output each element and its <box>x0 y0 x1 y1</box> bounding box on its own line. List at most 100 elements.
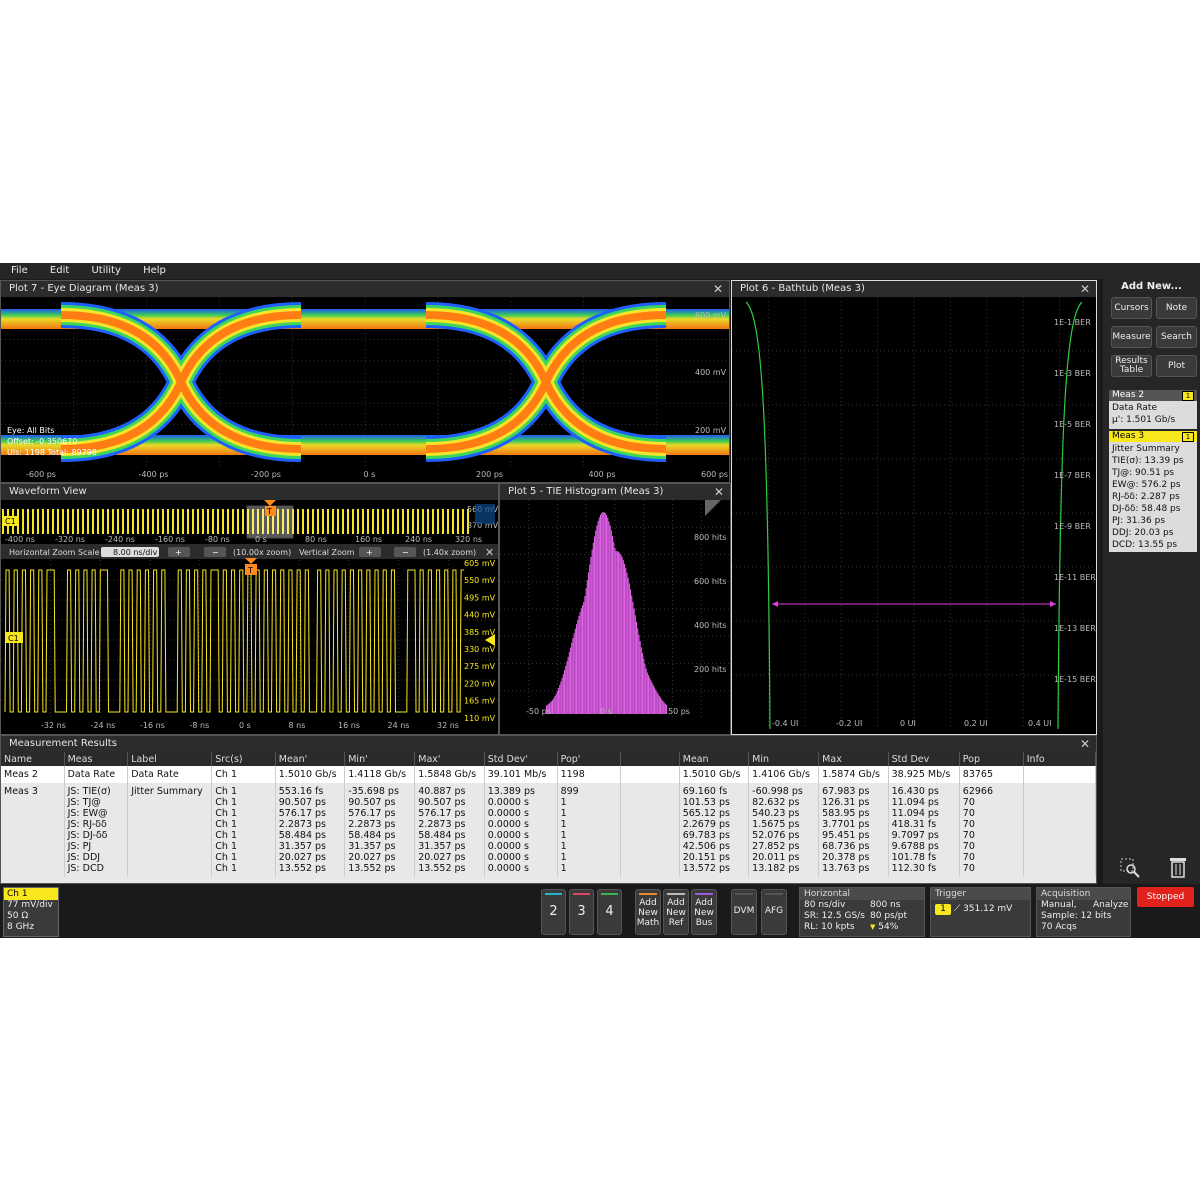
eye-diagram-plot[interactable]: Eye: All Bits Offset: -0.350670 UIs: 119… <box>1 297 729 482</box>
afg-button[interactable]: AFG <box>761 889 787 935</box>
column-header[interactable]: Min <box>748 752 820 766</box>
close-icon[interactable]: ✕ <box>713 281 723 297</box>
channel-2-button[interactable]: 2 <box>541 889 566 935</box>
table-cell: 1.4118 Gb/s <box>344 766 416 783</box>
table-cell: Jitter Summary <box>127 783 213 877</box>
add-button-label: New <box>666 908 686 918</box>
histogram-bar <box>615 551 617 714</box>
menu-utility[interactable]: Utility <box>83 263 128 279</box>
channel-label: 4 <box>605 904 614 919</box>
menu-help[interactable]: Help <box>135 263 174 279</box>
histogram-bar <box>570 647 572 714</box>
column-header[interactable]: Mean' <box>275 752 346 766</box>
meas2-badge[interactable]: Meas 2 1 <box>1109 390 1197 401</box>
rising-edge-icon: ⟋ <box>953 904 961 914</box>
column-header[interactable]: Label <box>127 752 213 766</box>
meas2-readout[interactable]: Data Rate μ': 1.501 Gb/s <box>1109 401 1197 429</box>
results-table-button[interactable]: Results Table <box>1111 355 1152 377</box>
overview-x-tick: 240 ns <box>405 535 432 544</box>
channel-3-button[interactable]: 3 <box>569 889 594 935</box>
waveform-plot[interactable]: T C1 -400 ns -320 ns -240 ns -160 ns -80 ns 0 s… <box>1 500 498 734</box>
ch1-badge[interactable]: Ch 1 77 mV/div 50 Ω 8 GHz <box>3 887 59 937</box>
trash-icon[interactable] <box>1167 855 1189 879</box>
histogram-bar <box>556 690 558 714</box>
tie-histogram-panel[interactable]: Plot 5 - TIE Histogram (Meas 3) ✕ 800 hi… <box>499 483 731 735</box>
add-new-bus-button[interactable]: Add New Bus <box>691 889 717 935</box>
meas3-line: Jitter Summary <box>1112 444 1180 454</box>
dvm-button[interactable]: DVM <box>731 889 757 935</box>
bathtub-plot[interactable]: 1E-1 BER 1E-3 BER 1E-5 BER 1E-7 BER 1E-9 BER… <box>732 297 1096 734</box>
histogram-bar <box>579 611 581 714</box>
column-header[interactable]: Std Dev' <box>484 752 558 766</box>
column-header[interactable]: Info <box>1023 752 1097 766</box>
add-button-label: Ref <box>668 918 684 928</box>
histogram-bar <box>595 530 597 714</box>
horizontal-panel[interactable]: Horizontal 80 ns/div 800 ns SR: 12.5 GS/s… <box>799 887 925 937</box>
histogram-bar <box>589 564 591 714</box>
add-button-label: Bus <box>695 918 713 928</box>
histogram-bar <box>632 601 634 714</box>
table-cell <box>620 766 680 783</box>
close-icon[interactable]: ✕ <box>485 546 494 559</box>
column-header[interactable]: Min' <box>344 752 416 766</box>
run-stop-status[interactable]: Stopped <box>1137 887 1194 907</box>
histogram-bar <box>655 689 657 714</box>
histogram-bar <box>664 703 666 714</box>
channel-label: 3 <box>577 904 586 919</box>
column-header[interactable]: Mean <box>679 752 750 766</box>
zoom-region-icon[interactable] <box>1119 857 1141 879</box>
menu-file[interactable]: File <box>3 263 36 279</box>
overview-resize-handle[interactable] <box>475 504 495 524</box>
table-row[interactable]: Meas 3 JS: TIE(σ) JS: TJ@ JS: EW@ JS: RJ-δδ J… <box>1 783 1097 877</box>
meas3-badge[interactable]: Meas 3 1 <box>1109 431 1197 442</box>
histogram-bar <box>616 551 618 714</box>
horizontal-scale: 80 ns/div <box>804 900 846 910</box>
panel-corner-icon[interactable] <box>705 500 721 516</box>
column-header[interactable]: Max <box>818 752 889 766</box>
acq-count: 70 Acqs <box>1041 922 1077 932</box>
column-header[interactable]: Pop' <box>557 752 621 766</box>
table-cell: 1.5848 Gb/s <box>414 766 485 783</box>
column-header[interactable]: Meas <box>64 752 129 766</box>
column-header[interactable]: Max' <box>414 752 485 766</box>
acquisition-panel[interactable]: Acquisition Manual, Analyze Sample: 12 bi… <box>1036 887 1131 937</box>
histogram-bar <box>618 551 620 714</box>
search-button[interactable]: Search <box>1156 326 1197 348</box>
menu-edit[interactable]: Edit <box>42 263 77 279</box>
bathtub-y-tick: 1E-3 BER <box>1054 369 1091 378</box>
histogram-bar <box>625 567 627 714</box>
eye-diagram-panel[interactable]: Plot 7 - Eye Diagram (Meas 3) ✕ Eye: All… <box>0 280 730 483</box>
column-header[interactable]: Pop <box>959 752 1024 766</box>
overview-x-tick: -160 ns <box>155 535 185 544</box>
time-per-point: 80 ps/pt <box>870 911 907 921</box>
histogram-bar <box>645 668 647 714</box>
close-icon[interactable]: ✕ <box>1080 736 1090 752</box>
table-row[interactable]: Meas 2 Data Rate Data Rate Ch 1 1.5010 Gb/s 1… <box>1 766 1097 783</box>
channel-4-button[interactable]: 4 <box>597 889 622 935</box>
bathtub-right-curve <box>1057 301 1083 730</box>
meas3-line: PJ: 31.36 ps <box>1112 516 1166 526</box>
cursors-button[interactable]: Cursors <box>1111 297 1152 319</box>
waveform-view-panel[interactable]: Waveform View T C1 -400 ns -320 ns -240 ns -1… <box>0 483 499 735</box>
ch1-label: C1 <box>8 634 19 643</box>
column-header[interactable] <box>620 752 680 766</box>
histogram-bar <box>594 536 596 714</box>
plot-button[interactable]: Plot <box>1156 355 1197 377</box>
menu-bar: File Edit Utility Help <box>0 263 1200 279</box>
column-header[interactable]: Std Dev <box>888 752 960 766</box>
column-header[interactable]: Src(s) <box>211 752 276 766</box>
note-button[interactable]: Note <box>1156 297 1197 319</box>
add-new-math-button[interactable]: Add New Math <box>635 889 661 935</box>
measure-button[interactable]: Measure <box>1111 326 1152 348</box>
trigger-panel[interactable]: Trigger 1 ⟋ 351.12 mV <box>930 887 1031 937</box>
close-icon[interactable]: ✕ <box>1080 281 1090 297</box>
column-header[interactable]: Name <box>1 752 65 766</box>
meas3-readout[interactable]: Jitter Summary TIE(σ): 13.39 ps TJ@: 90.… <box>1109 442 1197 552</box>
bathtub-panel[interactable]: Plot 6 - Bathtub (Meas 3) ✕ 1E-1 BER 1E-3… <box>731 280 1097 735</box>
bathtub-y-tick: 1E-7 BER <box>1054 471 1091 480</box>
add-new-ref-button[interactable]: Add New Ref <box>663 889 689 935</box>
histogram-x-tick: -50 ps <box>526 707 551 716</box>
add-button-label: Math <box>636 918 660 928</box>
close-icon[interactable]: ✕ <box>714 484 724 500</box>
histogram-plot[interactable]: 800 hits 600 hits 400 hits 200 hits -50 ps 0 … <box>500 500 730 734</box>
